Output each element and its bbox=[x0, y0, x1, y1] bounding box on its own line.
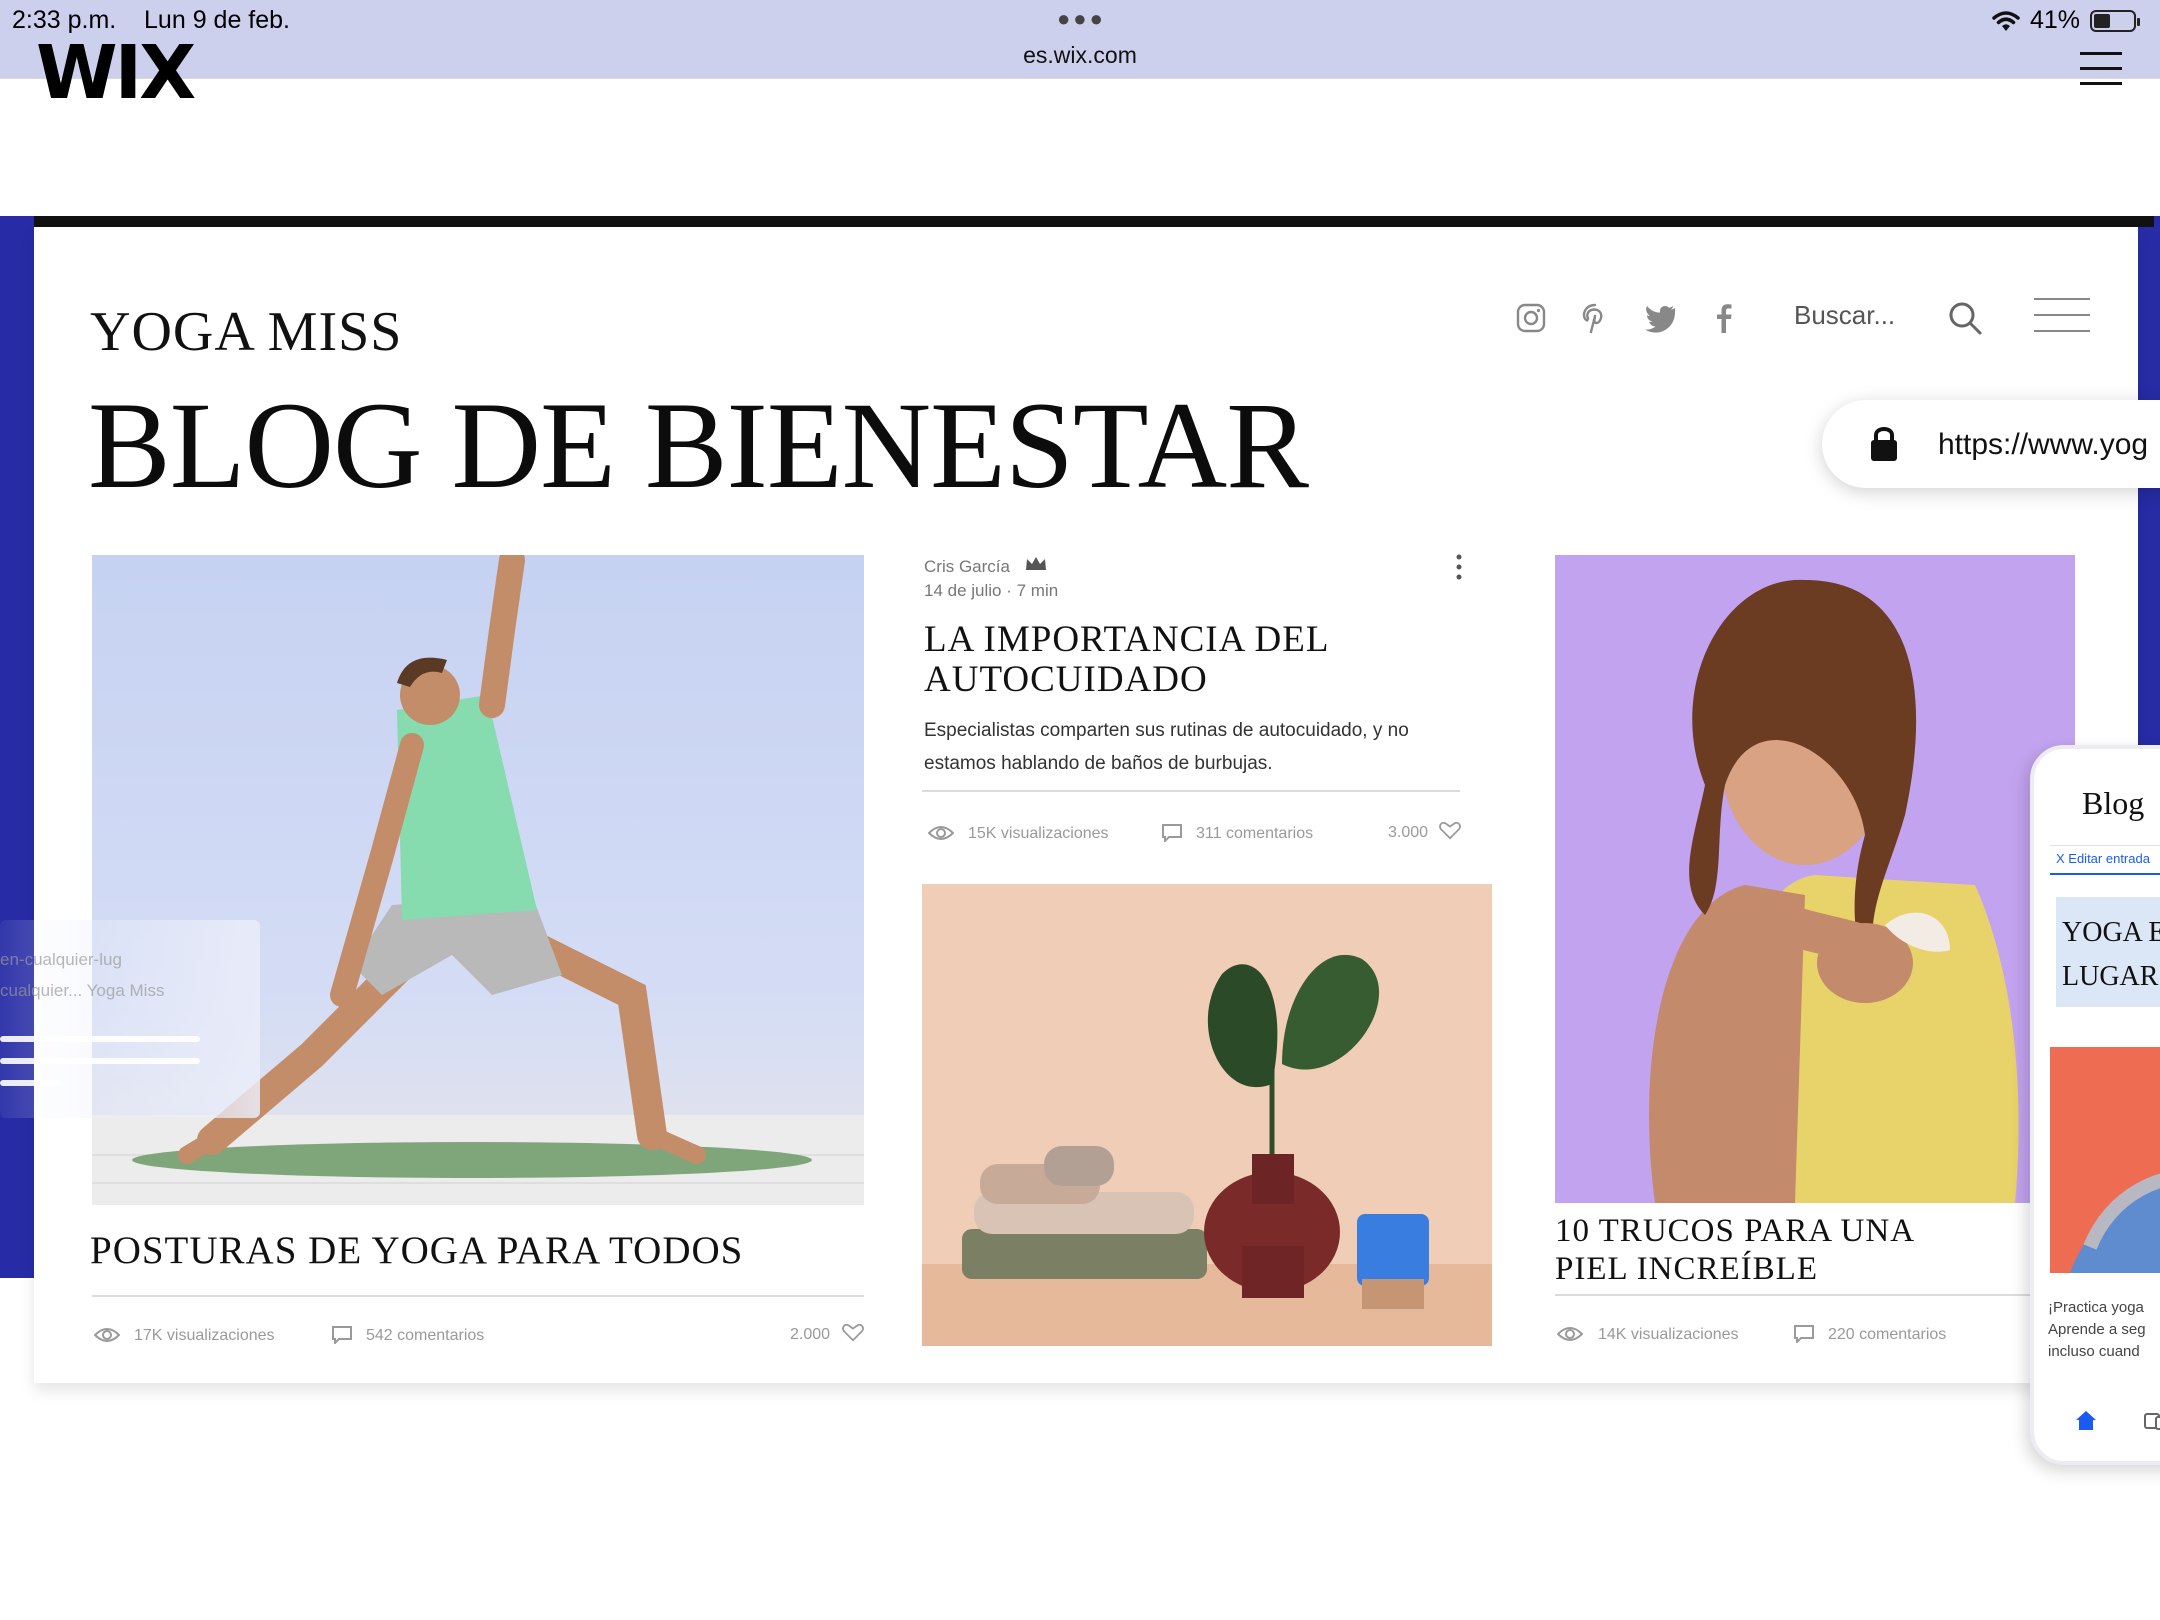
phone-excerpt-line: incluso cuand bbox=[2048, 1343, 2140, 1360]
woman-illustration bbox=[1649, 579, 2019, 1203]
divider bbox=[92, 1295, 864, 1297]
home-icon[interactable] bbox=[2074, 1409, 2098, 1431]
post-read-time: 7 min bbox=[1016, 581, 1059, 600]
pinterest-icon[interactable] bbox=[1577, 300, 1613, 336]
site-name[interactable]: YOGA MISS bbox=[90, 300, 402, 364]
views-icon bbox=[94, 1328, 120, 1342]
plant-post-image[interactable] bbox=[922, 884, 1492, 1346]
hamburger-menu-icon[interactable] bbox=[2080, 52, 2122, 86]
post-title-line: AUTOCUIDADO bbox=[924, 659, 1208, 700]
battery-icon bbox=[2090, 9, 2140, 32]
lock-icon bbox=[1871, 427, 1897, 461]
comment-icon[interactable] bbox=[330, 1326, 356, 1344]
comments-count: 311 comentarios bbox=[1196, 825, 1314, 842]
floating-card-line bbox=[0, 1080, 60, 1086]
comments-count: 220 comentarios bbox=[1828, 1326, 1947, 1343]
post-title-line: PIEL INCREÍBLE bbox=[1555, 1251, 1818, 1287]
floating-card-line bbox=[0, 1036, 200, 1042]
site-menu-icon[interactable] bbox=[2034, 298, 2090, 334]
phone-excerpt-line: ¡Practica yoga bbox=[2048, 1299, 2144, 1316]
phone-blog-title: Blog bbox=[2082, 785, 2145, 821]
battery-fill bbox=[2094, 13, 2110, 28]
comment-icon[interactable] bbox=[1160, 824, 1186, 842]
comments-count: 542 comentarios bbox=[366, 1327, 485, 1344]
views-count: 17K visualizaciones bbox=[134, 1327, 275, 1344]
battery-percent: 41% bbox=[2029, 6, 2080, 34]
post-title[interactable]: POSTURAS DE YOGA PARA TODOS bbox=[90, 1228, 743, 1273]
author-name: Cris García bbox=[924, 557, 1010, 576]
comment-icon[interactable] bbox=[1792, 1325, 1818, 1343]
status-indicators: 41% bbox=[1992, 6, 2140, 35]
heart-icon[interactable] bbox=[1437, 822, 1463, 840]
post-title-line: LA IMPORTANCIA DEL bbox=[924, 619, 1330, 660]
phone-tab-indicator bbox=[2050, 873, 2160, 875]
hero-background-right bbox=[2138, 216, 2160, 816]
facebook-icon[interactable] bbox=[1706, 300, 1742, 336]
likes-count: 2.000 bbox=[790, 1326, 831, 1343]
phone-post-excerpt: ¡Practica yoga Aprende a seg incluso cua… bbox=[2048, 1297, 2146, 1363]
phone-banner-line: YOGA E bbox=[2062, 917, 2160, 948]
floating-card-line bbox=[0, 1058, 200, 1064]
search-input[interactable]: Buscar... bbox=[1794, 300, 1895, 331]
twitter-icon[interactable] bbox=[1642, 300, 1678, 336]
search-icon[interactable] bbox=[1947, 300, 1983, 336]
post-author[interactable]: Cris García bbox=[924, 556, 1047, 577]
address-bar[interactable]: es.wix.com bbox=[0, 42, 2160, 69]
phone-post-illustration bbox=[2070, 1173, 2160, 1273]
wix-header bbox=[0, 78, 2160, 217]
post-excerpt: Especialistas comparten sus rutinas de a… bbox=[924, 720, 1409, 774]
devices-icon[interactable] bbox=[2144, 1411, 2160, 1431]
url-pill-text: https://www.yog bbox=[1938, 428, 2149, 461]
views-icon bbox=[1557, 1327, 1583, 1341]
hero-top-border bbox=[34, 216, 2154, 227]
post-meta: 14 de julio · 7 min bbox=[924, 581, 1059, 600]
phone-banner-line: LUGAR bbox=[2062, 961, 2159, 992]
divider bbox=[922, 790, 1460, 792]
post-title[interactable]: LA IMPORTANCIA DEL AUTOCUIDADO bbox=[924, 620, 1444, 700]
crown-icon bbox=[1025, 557, 1046, 570]
wix-logo[interactable]: WIX bbox=[36, 30, 196, 116]
phone-preview: Blog X Editar entrada YOGA E LUGAR ¡Prac… bbox=[2030, 745, 2160, 1465]
tab-options-icon[interactable]: ●●● bbox=[1057, 6, 1106, 32]
heart-icon[interactable] bbox=[840, 1324, 866, 1342]
phone-divider bbox=[2050, 845, 2160, 846]
post-title[interactable]: 10 TRUCOS PARA UNA PIEL INCREÍBLE bbox=[1555, 1212, 1975, 1288]
floating-card-text: en-cualquier-lug bbox=[0, 950, 122, 969]
phone-edit-post-button[interactable]: X Editar entrada bbox=[2056, 851, 2150, 866]
skincare-post-image[interactable] bbox=[1555, 555, 2075, 1203]
floating-card-text: cualquier... Yoga Miss bbox=[0, 981, 165, 1000]
instagram-icon[interactable] bbox=[1513, 300, 1549, 336]
views-icon bbox=[928, 826, 954, 840]
plant-illustration bbox=[922, 954, 1492, 1346]
divider bbox=[1555, 1294, 2075, 1296]
wifi-icon bbox=[1992, 10, 2020, 31]
phone-post-image[interactable] bbox=[2050, 1047, 2160, 1273]
phone-banner-text: YOGA E LUGAR bbox=[2062, 911, 2160, 999]
more-options-icon[interactable] bbox=[1452, 552, 1466, 584]
blog-title: BLOG DE BIENESTAR bbox=[88, 377, 1309, 514]
post-date: 14 de julio bbox=[924, 581, 1002, 600]
likes-count: 3.000 bbox=[1388, 824, 1429, 841]
views-count: 15K visualizaciones bbox=[968, 825, 1109, 842]
phone-excerpt-line: Aprende a seg bbox=[2048, 1321, 2146, 1338]
hero-background-left bbox=[0, 216, 34, 1278]
views-count: 14K visualizaciones bbox=[1598, 1326, 1739, 1343]
post-title-line: 10 TRUCOS PARA UNA bbox=[1555, 1213, 1916, 1249]
